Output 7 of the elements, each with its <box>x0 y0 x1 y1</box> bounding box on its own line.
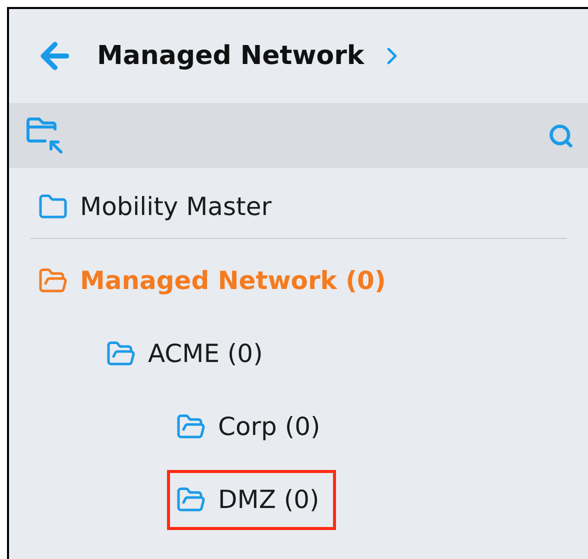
search-icon[interactable] <box>548 122 574 148</box>
folder-icon <box>38 192 68 222</box>
tree-item[interactable]: ACME (0) <box>97 324 280 384</box>
header-title: Managed Network <box>97 40 364 72</box>
tree-item[interactable]: DMZ (0) <box>167 470 336 530</box>
tree-item[interactable]: Mobility Master <box>29 176 288 236</box>
tree-item[interactable]: Corp (0) <box>167 396 338 456</box>
